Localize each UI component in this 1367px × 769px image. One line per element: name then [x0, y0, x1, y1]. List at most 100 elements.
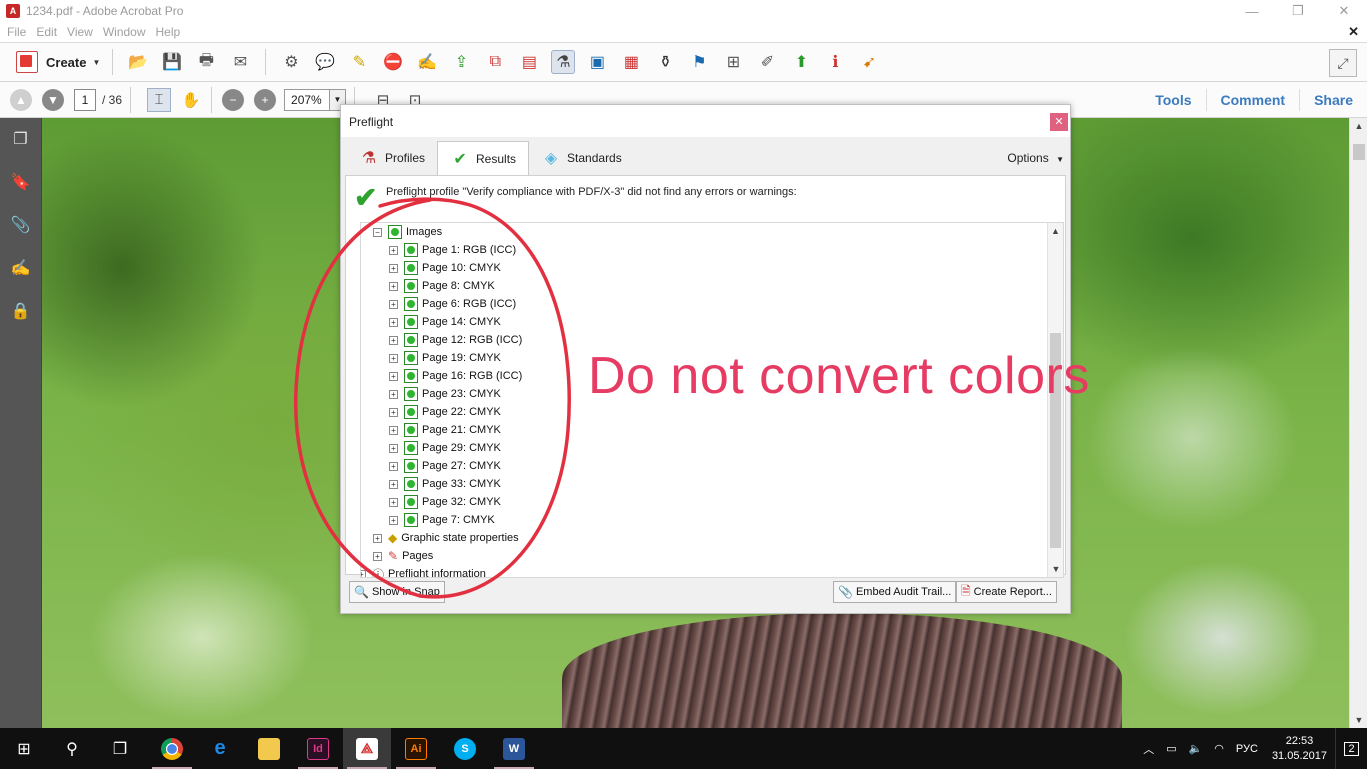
menu-edit[interactable]: Edit: [31, 25, 62, 39]
page-thumbnails-icon[interactable]: ❐: [10, 128, 32, 150]
tree-node-image-item[interactable]: + Page 14: CMYK: [389, 313, 501, 331]
bookmarks-icon[interactable]: 🔖: [10, 171, 32, 193]
tree-node-image-item[interactable]: + Page 21: CMYK: [389, 421, 501, 439]
color-convert-icon[interactable]: ▦: [619, 50, 643, 74]
scroll-up-icon[interactable]: ▲: [1048, 223, 1063, 239]
expand-icon[interactable]: +: [389, 299, 398, 309]
tab-profiles[interactable]: ⚗ Profiles: [347, 141, 437, 175]
hand-tool-icon[interactable]: ✋: [179, 88, 203, 112]
tree-node-image-item[interactable]: + Page 27: CMYK: [389, 457, 501, 475]
flattener-preview-icon[interactable]: ⬆: [789, 50, 813, 74]
edit-object-icon[interactable]: ✐: [755, 50, 779, 74]
document-edit-icon[interactable]: ✍: [415, 50, 439, 74]
tree-node-image-item[interactable]: + Page 1: RGB (ICC): [389, 241, 516, 259]
page-number-input[interactable]: 1: [74, 88, 96, 111]
dialog-close-icon[interactable]: ✕: [1050, 113, 1068, 131]
comment-link[interactable]: Comment: [1205, 89, 1300, 111]
skype-icon[interactable]: S: [441, 728, 489, 769]
document-security-icon[interactable]: ⛔: [381, 50, 405, 74]
close-window-button[interactable]: ✕: [1321, 0, 1367, 22]
show-hidden-icons-icon[interactable]: ︿: [1143, 741, 1154, 757]
output-preview-icon[interactable]: ▤: [517, 50, 541, 74]
expand-icon[interactable]: +: [389, 497, 398, 507]
notification-center-icon[interactable]: 2: [1335, 728, 1367, 769]
expand-icon[interactable]: +: [389, 245, 398, 255]
scroll-thumb[interactable]: [1353, 144, 1365, 160]
select-tool-icon[interactable]: ⌶: [147, 87, 172, 112]
tree-node-image-item[interactable]: + Page 8: CMYK: [389, 277, 495, 295]
expand-icon[interactable]: +: [373, 533, 382, 543]
menu-file[interactable]: File: [0, 25, 31, 39]
trap-presets-icon[interactable]: ⚑: [687, 50, 711, 74]
tab-results[interactable]: ✔ Results: [437, 141, 530, 175]
fix-hairlines-icon[interactable]: ▣: [585, 50, 609, 74]
tree-node-graphic-state[interactable]: + ◆ Graphic state properties: [373, 529, 519, 547]
show-in-snap-button[interactable]: 🔍 Show in Snap: [349, 581, 445, 603]
tree-node-image-item[interactable]: + Page 32: CMYK: [389, 493, 501, 511]
crop-pages-icon[interactable]: ⊞: [721, 50, 745, 74]
clock[interactable]: 22:53 31.05.2017: [1272, 734, 1327, 764]
tree-node-image-item[interactable]: + Page 12: RGB (ICC): [389, 331, 522, 349]
acrobat-taskbar-icon[interactable]: ⟁: [343, 728, 391, 769]
create-button[interactable]: Create ▼: [12, 47, 104, 77]
options-menu[interactable]: Options ▼: [1007, 151, 1064, 165]
expand-icon[interactable]: +: [389, 389, 398, 399]
battery-icon[interactable]: ▭: [1166, 742, 1176, 755]
file-explorer-icon[interactable]: [245, 728, 293, 769]
next-page-icon[interactable]: ▼: [42, 88, 64, 111]
illustrator-icon[interactable]: Ai: [392, 728, 440, 769]
collapse-icon[interactable]: −: [373, 227, 382, 237]
tree-node-pages[interactable]: + ✎ Pages: [373, 547, 433, 565]
expand-icon[interactable]: +: [389, 443, 398, 453]
expand-icon[interactable]: +: [361, 569, 366, 577]
expand-icon[interactable]: +: [389, 317, 398, 327]
tree-node-image-item[interactable]: + Page 16: RGB (ICC): [389, 367, 522, 385]
expand-icon[interactable]: +: [389, 371, 398, 381]
tree-node-image-item[interactable]: + Page 33: CMYK: [389, 475, 501, 493]
tree-node-image-item[interactable]: + Page 7: CMYK: [389, 511, 495, 529]
tree-node-images[interactable]: − Images: [373, 223, 442, 241]
signatures-icon[interactable]: ✍: [10, 257, 32, 279]
save-icon[interactable]: 💾: [160, 50, 184, 74]
menu-view[interactable]: View: [62, 25, 98, 39]
close-document-icon[interactable]: ✕: [1348, 24, 1359, 40]
search-icon[interactable]: ⚲: [48, 728, 96, 769]
indesign-icon[interactable]: Id: [294, 728, 342, 769]
expand-icon[interactable]: +: [389, 425, 398, 435]
scroll-down-icon[interactable]: ▼: [1048, 561, 1063, 577]
preflight-icon[interactable]: ⚗: [551, 50, 576, 74]
print-icon[interactable]: 🖶: [194, 50, 218, 74]
tree-node-image-item[interactable]: + Page 23: CMYK: [389, 385, 501, 403]
share-link[interactable]: Share: [1299, 89, 1367, 111]
menu-help[interactable]: Help: [151, 25, 186, 39]
expand-icon[interactable]: +: [389, 335, 398, 345]
document-scrollbar[interactable]: ▲ ▼: [1349, 118, 1367, 728]
attachments-icon[interactable]: 📎: [10, 214, 32, 236]
task-view-icon[interactable]: ❐: [96, 728, 144, 769]
tree-node-image-item[interactable]: + Page 19: CMYK: [389, 349, 501, 367]
menu-window[interactable]: Window: [98, 25, 151, 39]
javascript-icon[interactable]: ℹ: [823, 50, 847, 74]
scroll-up-icon[interactable]: ▲: [1350, 118, 1367, 134]
volume-icon[interactable]: 🔈: [1189, 742, 1203, 755]
open-folder-icon[interactable]: 📂: [126, 50, 150, 74]
security-settings-icon[interactable]: 🔒: [10, 300, 32, 322]
chrome-icon[interactable]: [148, 728, 196, 769]
tree-node-image-item[interactable]: + Page 29: CMYK: [389, 439, 501, 457]
comment-icon[interactable]: 💬: [313, 50, 337, 74]
expand-icon[interactable]: +: [389, 479, 398, 489]
tab-standards[interactable]: ◈ Standards: [529, 141, 634, 175]
expand-icon[interactable]: +: [389, 353, 398, 363]
zoom-out-icon[interactable]: −: [222, 88, 245, 111]
action-wizard-icon[interactable]: ➹: [857, 50, 881, 74]
ink-manager-icon[interactable]: ⚱: [653, 50, 677, 74]
expand-icon[interactable]: +: [389, 461, 398, 471]
language-indicator[interactable]: РУС: [1236, 743, 1258, 755]
scroll-down-icon[interactable]: ▼: [1350, 712, 1367, 728]
edge-icon[interactable]: e: [196, 728, 244, 769]
tree-node-image-item[interactable]: + Page 22: CMYK: [389, 403, 501, 421]
tree-node-image-item[interactable]: + Page 10: CMYK: [389, 259, 501, 277]
settings-gear-icon[interactable]: ⚙: [279, 50, 303, 74]
minimize-button[interactable]: —: [1229, 0, 1275, 22]
email-icon[interactable]: ✉: [228, 50, 252, 74]
